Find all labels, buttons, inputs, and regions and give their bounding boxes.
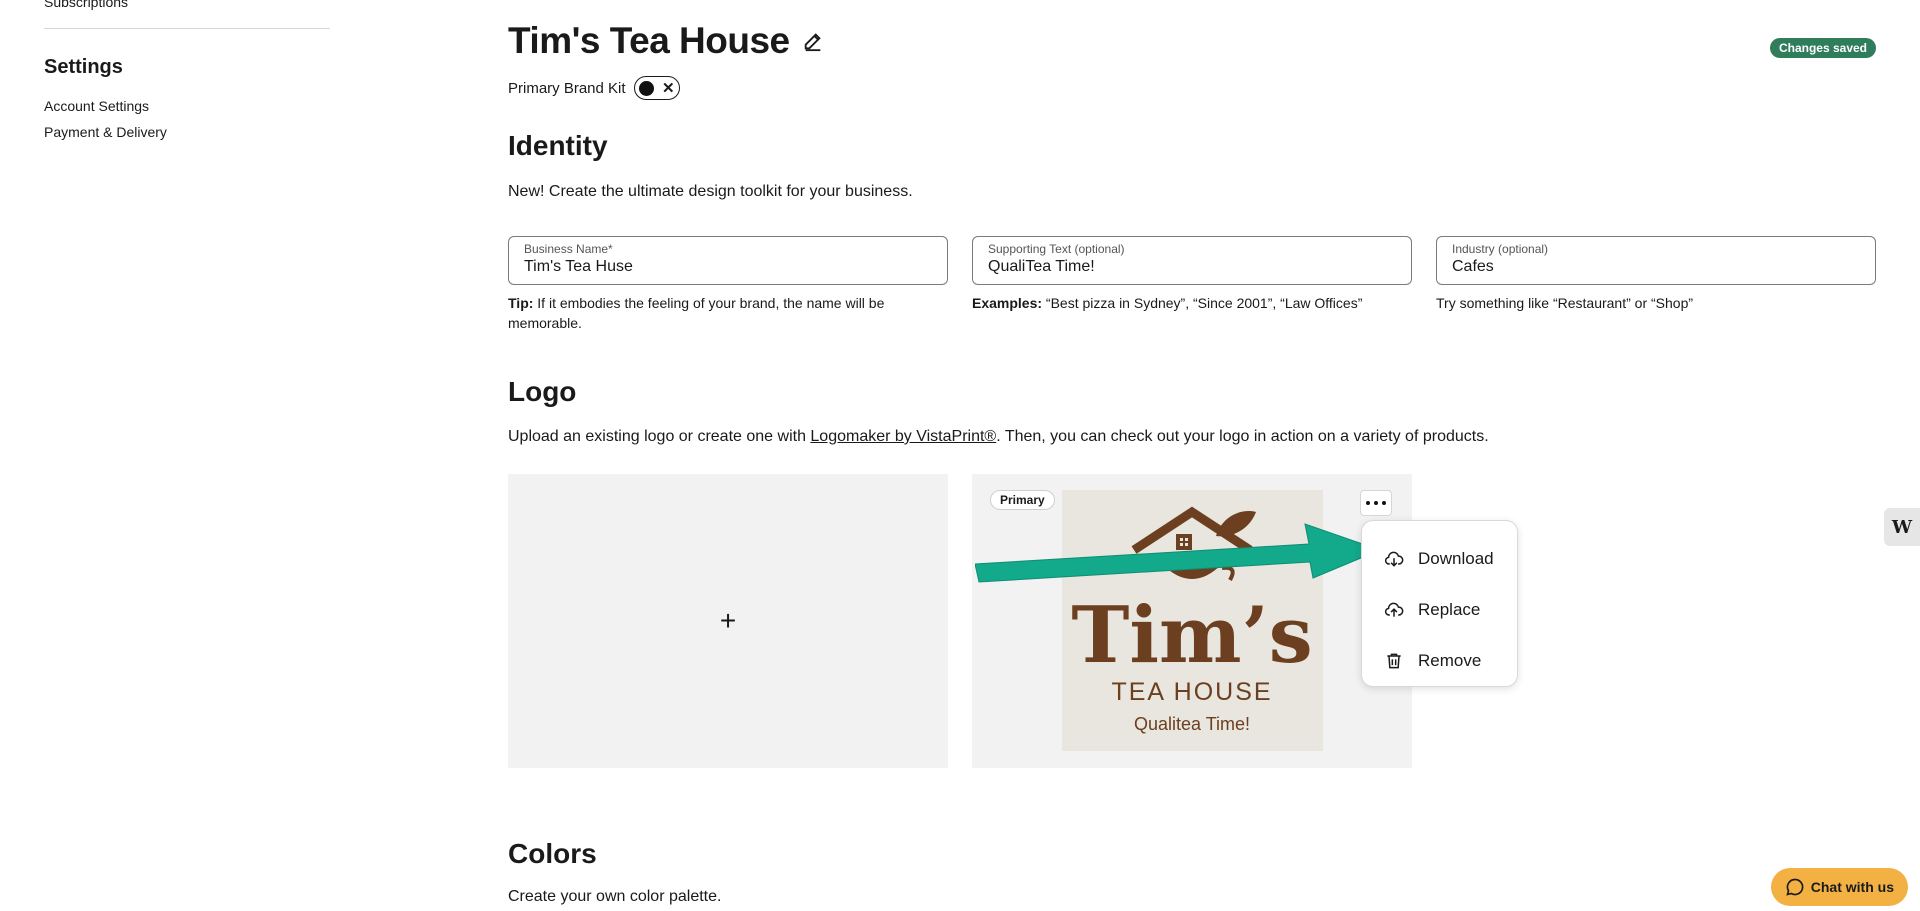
status-badge: Changes saved <box>1769 38 1876 58</box>
sidebar-settings-title: Settings <box>44 56 123 78</box>
logo-text-sub: TEA HOUSE <box>1111 678 1272 706</box>
primary-brand-kit-toggle[interactable]: ✕ <box>633 76 680 100</box>
page-title: Tim's Tea House <box>508 20 790 61</box>
plus-icon[interactable]: + <box>720 605 736 637</box>
trash-icon <box>1387 653 1401 668</box>
business-name-box[interactable]: Business Name* <box>508 236 948 285</box>
logo-text-main: Tim’s <box>1071 590 1312 681</box>
help-text: Try something like “Restaurant” or “Shop… <box>1436 295 1694 311</box>
menu-item-remove[interactable]: Remove <box>1362 635 1517 686</box>
dot-icon <box>1374 501 1378 505</box>
primary-logo-card: Primary Tim’s TEA HOUSE Qualitea Time! <box>972 474 1412 768</box>
logo-heading: Logo <box>508 376 577 407</box>
supporting-text-label: Supporting Text (optional) <box>988 242 1125 256</box>
supporting-text-box[interactable]: Supporting Text (optional) <box>972 236 1412 285</box>
logomaker-link[interactable]: Logomaker by VistaPrint® <box>810 428 996 445</box>
menu-item-replace[interactable]: Replace <box>1362 584 1517 635</box>
business-name-help: Tip: If it embodies the feeling of your … <box>508 293 928 333</box>
close-icon: ✕ <box>661 79 675 97</box>
menu-item-label: Replace <box>1418 599 1481 619</box>
brand-kit-row: Primary Brand Kit ✕ <box>508 76 680 100</box>
annotation-arrow-icon <box>975 523 1382 583</box>
cloud-download-icon <box>1384 551 1404 567</box>
brand-kit-label: Primary Brand Kit <box>508 79 626 97</box>
more-options-button[interactable] <box>1360 490 1392 516</box>
add-logo-card[interactable]: + <box>508 474 948 768</box>
help-text: “Best pizza in Sydney”, “Since 2001”, “L… <box>1042 295 1363 311</box>
dot-icon <box>1366 501 1370 505</box>
menu-item-label: Remove <box>1418 650 1482 670</box>
chat-bubble-icon <box>1786 878 1804 896</box>
industry-field: Industry (optional) Try something like “… <box>1436 236 1876 313</box>
supporting-text-field: Supporting Text (optional) Examples: “Be… <box>972 236 1412 313</box>
business-name-label: Business Name* <box>524 242 613 256</box>
help-bold: Examples: <box>972 295 1043 311</box>
sidebar-item-account-settings[interactable]: Account Settings <box>44 98 149 114</box>
identity-description: New! Create the ultimate design toolkit … <box>508 183 913 200</box>
logo-description: Upload an existing logo or create one wi… <box>508 428 1489 446</box>
sidebar-item-payment-delivery[interactable]: Payment & Delivery <box>44 124 167 140</box>
logo-description-pre: Upload an existing logo or create one wi… <box>508 428 811 445</box>
industry-input[interactable] <box>1452 258 1860 276</box>
sidebar-divider <box>44 28 330 29</box>
supporting-text-input[interactable] <box>988 258 1396 276</box>
identity-heading: Identity <box>508 130 608 161</box>
logo-text-tag: Qualitea Time! <box>1134 714 1250 734</box>
chat-label: Chat with us <box>1810 879 1894 895</box>
toggle-knob <box>638 80 654 96</box>
pencil-icon[interactable] <box>802 30 824 52</box>
primary-badge: Primary <box>990 490 1055 510</box>
help-text: If it embodies the feeling of your brand… <box>508 295 885 331</box>
side-widget-button[interactable]: W <box>1884 508 1920 546</box>
industry-help: Try something like “Restaurant” or “Shop… <box>1436 293 1876 313</box>
main-content: Tim's Tea House Changes saved Primary Br… <box>508 0 1876 911</box>
colors-heading: Colors <box>508 838 597 869</box>
chat-button[interactable]: Chat with us <box>1770 868 1908 906</box>
title-row: Tim's Tea House <box>508 20 824 62</box>
cloud-upload-icon <box>1384 602 1404 617</box>
help-bold: Tip: <box>508 295 534 311</box>
business-name-input[interactable] <box>524 258 932 276</box>
logo-options-menu: Download Replace Remove <box>1361 520 1518 687</box>
logo-description-post: . Then, you can check out your logo in a… <box>996 428 1489 445</box>
menu-item-download[interactable]: Download <box>1362 533 1517 584</box>
sidebar-item-subscriptions[interactable]: Subscriptions <box>44 0 128 10</box>
colors-description: Create your own color palette. <box>508 888 722 905</box>
menu-item-label: Download <box>1418 548 1494 568</box>
industry-box[interactable]: Industry (optional) <box>1436 236 1876 285</box>
dot-icon <box>1382 501 1386 505</box>
industry-label: Industry (optional) <box>1452 242 1549 256</box>
supporting-text-help: Examples: “Best pizza in Sydney”, “Since… <box>972 293 1412 313</box>
business-name-field: Business Name* Tip: If it embodies the f… <box>508 236 948 333</box>
